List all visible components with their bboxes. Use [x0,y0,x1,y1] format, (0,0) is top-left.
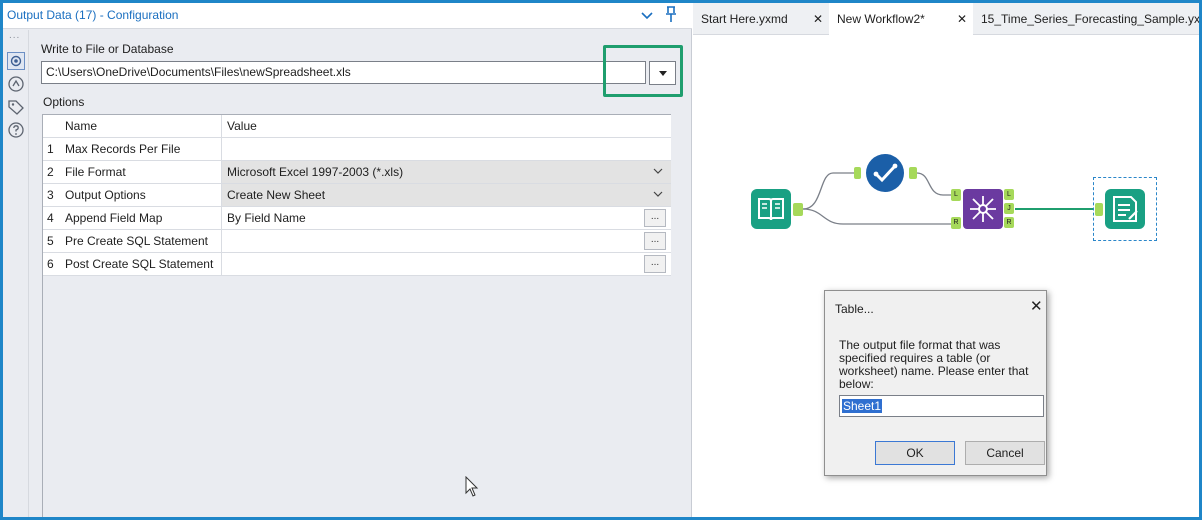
join-left-anchor[interactable]: L [951,189,961,201]
ok-button[interactable]: OK [875,441,955,465]
input-anchor[interactable] [854,167,861,179]
table-row[interactable]: 3 Output Options Create New Sheet [43,184,671,207]
output-data-tool[interactable] [1105,189,1145,229]
row-name: Post Create SQL Statement [65,257,214,271]
row-value[interactable] [221,253,671,275]
chevron-down-icon [653,191,663,197]
row-number: 6 [47,257,54,271]
anchor-label: R [1006,219,1012,226]
join-right-output[interactable]: R [1004,217,1014,228]
file-path-input[interactable]: C:\Users\OneDrive\Documents\Files\newSpr… [41,61,646,84]
ellipsis-button[interactable]: ... [644,232,666,250]
table-row[interactable]: 2 File Format Microsoft Excel 1997-2003 … [43,161,671,184]
input-anchor[interactable] [1095,203,1103,216]
anchor-label: L [954,191,958,198]
document-icon [1105,189,1145,229]
app-window: Output Data (17) - Configuration ... Wri… [3,3,1199,517]
anchor-label: R [953,219,959,226]
output-options-value: Create New Sheet [227,188,326,202]
chevron-down-icon[interactable] [639,7,655,23]
table-name-input[interactable]: Sheet1 [839,395,1044,417]
table-name-dialog: Table... ✕ The output file format that w… [824,290,1047,476]
row-name: Pre Create SQL Statement [65,234,208,248]
output-anchor[interactable] [909,167,917,179]
configuration-header: Output Data (17) - Configuration [3,3,692,29]
join-icon [963,189,1003,229]
grid-header-num [47,115,61,137]
grid-header-name: Name [65,119,98,133]
table-row[interactable]: 1 Max Records Per File [43,138,671,161]
join-tool[interactable] [963,189,1003,229]
configuration-panel: Output Data (17) - Configuration ... Wri… [3,3,692,517]
write-to-label: Write to File or Database [41,42,174,56]
row-name: File Format [65,165,126,179]
config-side-rail: ... [3,30,29,517]
dialog-message: The output file format that was specifie… [839,338,1029,391]
check-circle-icon [866,154,904,192]
row-value[interactable] [221,230,671,252]
ellipsis-button[interactable]: ... [644,255,666,273]
row-name: Append Field Map [65,211,163,225]
anchor-label: J [1007,205,1011,212]
join-right-anchor[interactable]: R [951,217,961,229]
row-number: 2 [47,165,54,179]
chevron-down-icon [653,168,663,174]
dropdown-highlight-box [603,45,683,97]
file-format-value: Microsoft Excel 1997-2003 (*.xls) [227,165,404,179]
grid-header-value: Value [221,115,671,137]
row-number: 5 [47,234,54,248]
row-name: Max Records Per File [65,142,181,156]
workflow-canvas[interactable]: Start Here.yxmd ✕ New Workflow2* ✕ 15_Ti… [693,3,1199,517]
cancel-button[interactable]: Cancel [965,441,1045,465]
options-grid: Name Value 1 Max Records Per File 2 File… [42,114,671,517]
row-number: 1 [47,142,54,156]
table-row[interactable]: 4 Append Field Map By Field Name ... [43,207,671,230]
annotation-icon[interactable] [7,75,25,93]
anchor-label: L [1007,191,1011,198]
row-number: 4 [47,211,54,225]
row-number: 3 [47,188,54,202]
filter-tool[interactable] [865,153,905,193]
output-anchor[interactable] [793,203,803,216]
grid-header-row: Name Value [43,115,671,138]
input-data-tool[interactable] [751,189,791,229]
dialog-title: Table... [835,302,874,316]
close-icon[interactable]: ✕ [1030,297,1043,315]
table-name-value: Sheet1 [842,399,883,413]
file-format-select[interactable]: Microsoft Excel 1997-2003 (*.xls) [221,161,671,183]
join-j-output[interactable]: J [1004,203,1014,214]
options-label: Options [43,95,85,109]
table-row[interactable]: 5 Pre Create SQL Statement ... [43,230,671,253]
mouse-cursor-icon [465,476,479,497]
row-value[interactable]: By Field Name [221,207,671,229]
table-row[interactable]: 6 Post Create SQL Statement ... [43,253,671,276]
pin-icon[interactable] [663,5,679,23]
output-options-select[interactable]: Create New Sheet [221,184,671,206]
help-icon[interactable] [7,121,25,139]
ellipsis-button[interactable]: ... [644,209,666,227]
row-name: Output Options [65,188,146,202]
book-icon [751,189,791,229]
join-left-output[interactable]: L [1004,189,1014,200]
tag-icon[interactable] [7,98,25,116]
configuration-title: Output Data (17) - Configuration [7,8,179,22]
rail-more-dots[interactable]: ... [9,30,20,41]
gear-icon[interactable] [7,52,25,70]
row-value[interactable] [221,138,671,160]
